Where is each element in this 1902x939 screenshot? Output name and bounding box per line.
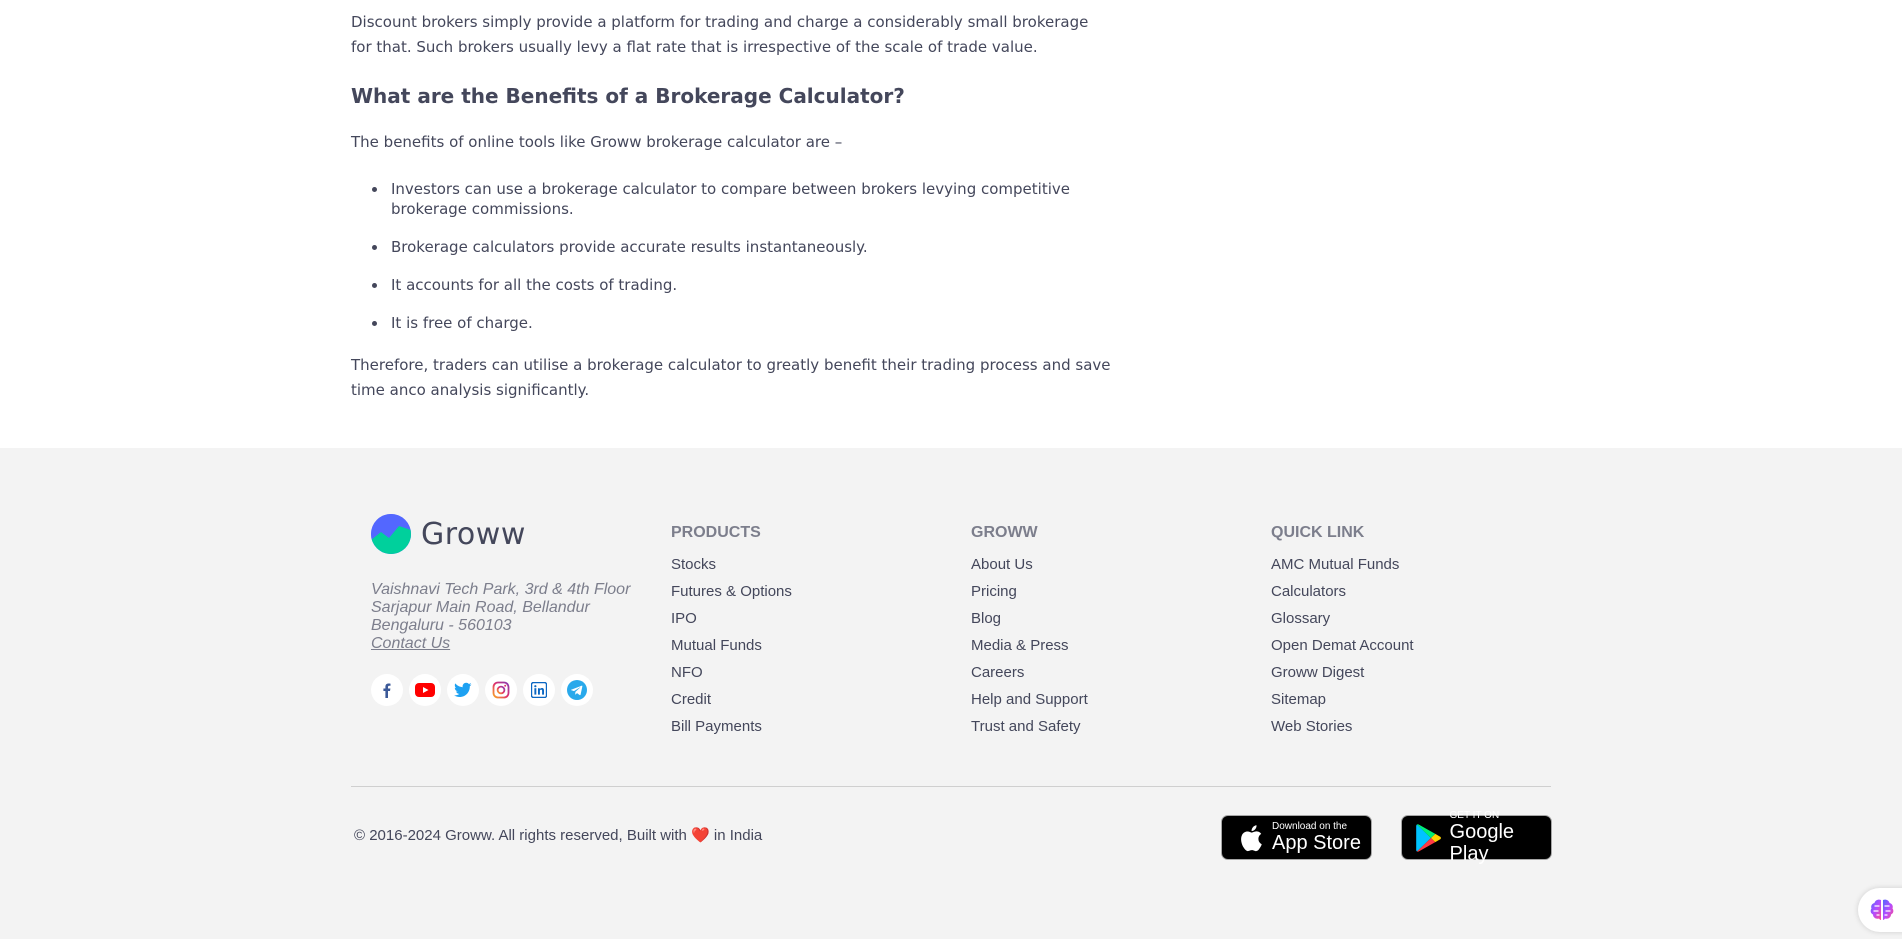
benefits-list: Investors can use a brokerage calculator… [371,179,1111,351]
benefits-heading: What are the Benefits of a Brokerage Cal… [351,84,905,108]
footer-link[interactable]: Groww Digest [1271,664,1414,682]
groww-logo-icon [371,514,411,554]
footer-link[interactable]: Bill Payments [671,718,792,736]
footer-link[interactable]: Open Demat Account [1271,637,1414,655]
column-heading: GROWW [971,524,1038,541]
instagram-icon[interactable] [485,674,517,706]
footer-link[interactable]: Careers [971,664,1088,682]
heart-icon: ❤️ [691,827,710,844]
apple-icon [1232,823,1268,853]
footer-link[interactable]: Sitemap [1271,691,1414,709]
assistant-brain-icon[interactable] [1858,888,1902,932]
quick-link-column: QUICK LINK AMC Mutual Funds Calculators … [1271,524,1414,745]
footer-link[interactable]: Trust and Safety [971,718,1088,736]
footer-link[interactable]: Help and Support [971,691,1088,709]
footer-link[interactable]: Glossary [1271,610,1414,628]
app-store-big-text: App Store [1272,832,1361,854]
footer-link[interactable]: Web Stories [1271,718,1414,736]
footer-brand[interactable]: Groww [371,514,526,554]
footer-link[interactable]: About Us [971,556,1088,574]
footer-link[interactable]: Media & Press [971,637,1088,655]
footer-link[interactable]: Credit [671,691,792,709]
footer-link[interactable]: Calculators [1271,583,1414,601]
footer-link[interactable]: Stocks [671,556,792,574]
column-heading: QUICK LINK [1271,524,1365,541]
products-column: PRODUCTS Stocks Futures & Options IPO Mu… [671,524,792,745]
conclusion-paragraph: Therefore, traders can utilise a brokera… [351,356,1111,399]
groww-column: GROWW About Us Pricing Blog Media & Pres… [971,524,1088,745]
bullet-icon [372,321,377,326]
list-item: Investors can use a brokerage calculator… [371,179,1111,219]
address-block: Vaishnavi Tech Park, 3rd & 4th Floor Sar… [371,581,630,653]
google-play-icon [1412,823,1446,853]
footer-link[interactable]: AMC Mutual Funds [1271,556,1414,574]
bullet-icon [372,187,377,192]
footer-link[interactable]: Pricing [971,583,1088,601]
telegram-icon[interactable] [561,674,593,706]
intro-paragraph: Discount brokers simply provide a platfo… [351,13,1089,56]
google-play-big-text: Google Play [1449,821,1515,865]
benefits-intro: The benefits of online tools like Groww … [351,133,843,151]
bullet-icon [372,283,377,288]
app-store-small-text: Download on the [1272,821,1348,832]
app-store-button[interactable]: Download on the App Store [1221,815,1372,860]
bullet-icon [372,245,377,250]
brand-name: Groww [421,516,526,552]
footer-link[interactable]: Blog [971,610,1088,628]
footer-link[interactable]: NFO [671,664,792,682]
list-item: It is free of charge. [371,313,1111,333]
linkedin-icon[interactable] [523,674,555,706]
footer-link[interactable]: Futures & Options [671,583,792,601]
contact-us-link[interactable]: Contact Us [371,635,630,653]
twitter-icon[interactable] [447,674,479,706]
youtube-icon[interactable] [409,674,441,706]
list-item: It accounts for all the costs of trading… [371,275,1111,295]
google-play-button[interactable]: GET IT ON Google Play [1401,810,1552,865]
copyright: © 2016-2024 Groww. All rights reserved, … [354,827,763,844]
footer-link[interactable]: Mutual Funds [671,637,792,655]
social-links [371,674,593,706]
footer-link[interactable]: IPO [671,610,792,628]
facebook-icon[interactable] [371,674,403,706]
footer [0,448,1902,939]
address-line: Vaishnavi Tech Park, 3rd & 4th Floor [371,581,631,598]
column-heading: PRODUCTS [671,524,761,541]
address-line: Bengaluru - 560103 [371,617,512,634]
footer-divider [351,786,1551,787]
address-line: Sarjapur Main Road, Bellandur [371,599,590,616]
list-item: Brokerage calculators provide accurate r… [371,237,1111,257]
google-play-small-text: GET IT ON [1449,810,1500,821]
